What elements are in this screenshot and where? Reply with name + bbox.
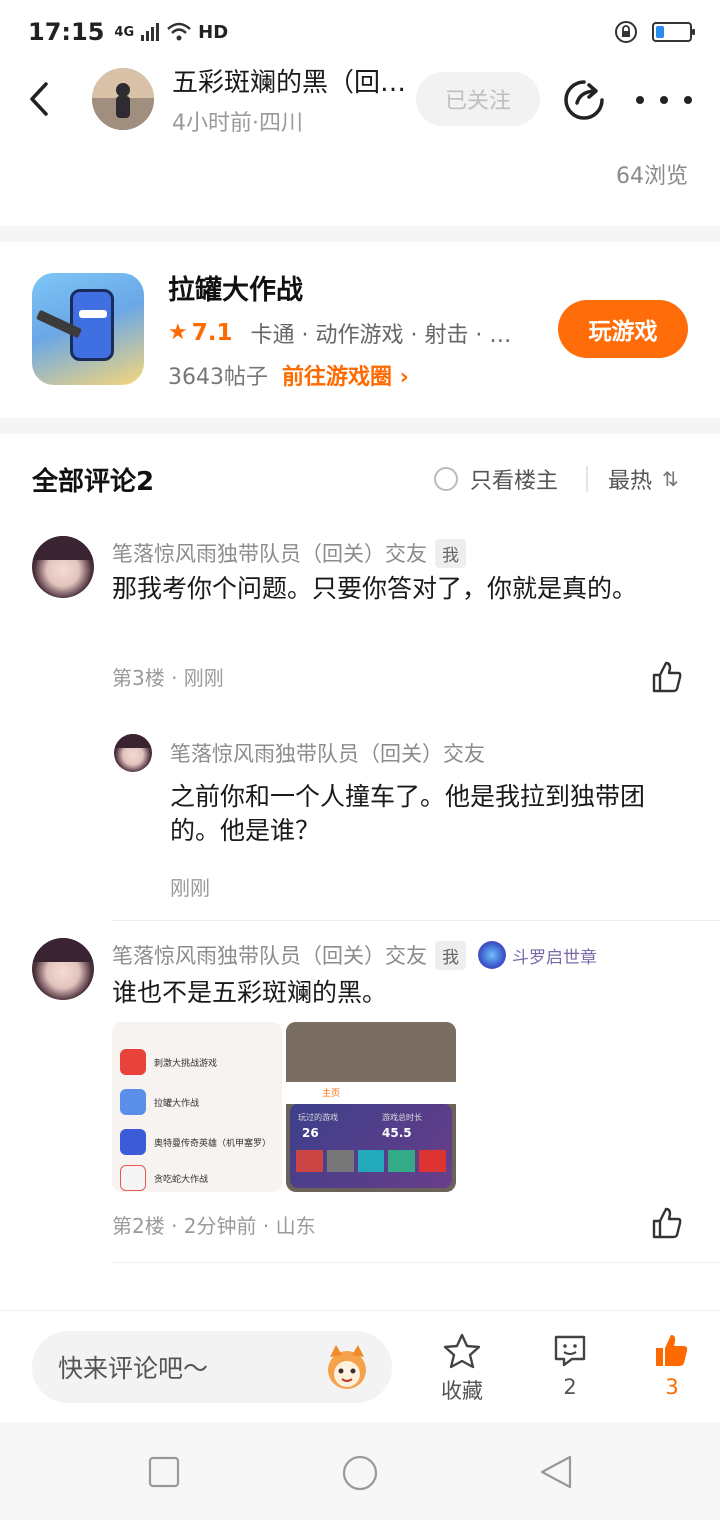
comment-image-1[interactable]: 刺激大挑战游戏 拉罐大作战 奥特曼传奇英雄（机甲塞罗） 贪吃蛇大作战 xyxy=(112,1022,282,1192)
thumb-row-text: 拉罐大作战 xyxy=(154,1098,200,1109)
post-header: 五彩斑斓的黑（回… 4小时前·四川 已关注 xyxy=(0,62,720,136)
section-divider xyxy=(0,226,720,242)
comment-bubble-icon xyxy=(554,1335,586,1367)
battery-icon xyxy=(652,22,695,42)
comment-count-button[interactable]: 2 xyxy=(530,1333,610,1399)
like-post-button[interactable]: 3 xyxy=(632,1333,712,1399)
comment-meta: 第2楼 · 2分钟前 · 山东 xyxy=(112,1214,316,1238)
star-outline-icon xyxy=(443,1333,481,1369)
recent-apps-icon[interactable] xyxy=(148,1456,180,1488)
like-button[interactable] xyxy=(650,660,684,694)
comment-text[interactable]: 那我考你个问题。只要你答对了，你就是真的。 xyxy=(112,572,652,606)
commenter-avatar[interactable] xyxy=(32,536,94,598)
comments-header: 全部评论2 只看楼主 最热 ⇅ xyxy=(32,456,688,502)
sort-icon: ⇅ xyxy=(662,467,679,491)
divider xyxy=(586,466,588,492)
reply-text[interactable]: 之前你和一个人撞车了。他是我拉到独带团的。他是谁？ xyxy=(170,780,680,848)
comment-input[interactable]: 快来评论吧～ xyxy=(32,1331,392,1403)
sort-button[interactable]: 最热 ⇅ xyxy=(608,463,679,495)
thumbs-up-icon xyxy=(652,1207,682,1239)
back-button[interactable] xyxy=(0,64,80,134)
thumb-stat-value: 45.5 xyxy=(382,1126,412,1140)
share-icon xyxy=(564,80,604,120)
post-time-location: 4小时前·四川 xyxy=(172,110,303,136)
radio-icon xyxy=(434,467,458,491)
only-op-toggle[interactable]: 只看楼主 xyxy=(434,463,558,495)
replier-avatar[interactable] xyxy=(114,734,152,772)
thumb-tab: 主页 xyxy=(322,1089,341,1099)
game-icon[interactable] xyxy=(32,273,144,385)
collect-button[interactable]: 收藏 xyxy=(422,1333,502,1405)
hd-label: HD xyxy=(198,21,229,43)
commenter-name[interactable]: 笔落惊风雨独带队员（回关）交友 xyxy=(112,940,427,970)
comments-title: 全部评论2 xyxy=(32,466,155,497)
section-divider xyxy=(0,418,720,434)
goto-game-circle-link[interactable]: 前往游戏圈 › xyxy=(282,359,409,391)
medal-badge[interactable]: 斗罗启世章 xyxy=(478,941,597,969)
replier-name[interactable]: 笔落惊风雨独带队员（回关）交友 xyxy=(170,738,485,768)
thumb-stat-value: 26 xyxy=(302,1126,319,1140)
more-icon xyxy=(636,96,644,104)
thumbs-up-filled-icon xyxy=(656,1335,688,1366)
me-badge: 我 xyxy=(435,538,466,568)
emoji-mascot-icon[interactable] xyxy=(322,1343,372,1391)
like-button[interactable] xyxy=(650,1206,684,1240)
like-count: 3 xyxy=(665,1375,679,1399)
thumb-row-text: 奥特曼传奇英雄（机甲塞罗） xyxy=(154,1138,272,1149)
home-icon[interactable] xyxy=(341,1454,379,1492)
collect-label: 收藏 xyxy=(441,1379,483,1403)
reply-meta: 刚刚 xyxy=(170,876,210,900)
thumb-stat-label: 游戏总时长 xyxy=(382,1113,422,1122)
signal-icon xyxy=(141,23,160,41)
thumbs-up-icon xyxy=(652,661,682,693)
thumb-row-text: 刺激大挑战游戏 xyxy=(154,1058,218,1069)
wifi-icon xyxy=(167,22,191,41)
play-game-button[interactable]: 玩游戏 xyxy=(558,300,688,358)
comment-images: 刺激大挑战游戏 拉罐大作战 奥特曼传奇英雄（机甲塞罗） 贪吃蛇大作战 主页 玩过… xyxy=(112,1022,456,1192)
follow-button[interactable]: 已关注 xyxy=(416,72,540,126)
share-button[interactable] xyxy=(560,76,608,124)
network-icons: 4G HD xyxy=(114,21,228,43)
comment-input-placeholder: 快来评论吧～ xyxy=(58,1354,209,1383)
star-icon: ★ xyxy=(168,320,188,345)
medal-label: 斗罗启世章 xyxy=(512,947,597,968)
game-name[interactable]: 拉罐大作战 xyxy=(168,268,520,307)
only-op-label: 只看楼主 xyxy=(470,469,559,494)
comment-item: 笔落惊风雨独带队员（回关）交友 我 那我考你个问题。只要你答对了，你就是真的。 … xyxy=(0,534,720,694)
status-time: 17:15 xyxy=(28,18,105,46)
comment-divider xyxy=(112,1262,720,1263)
view-count: 64浏览 xyxy=(616,164,688,189)
commenter-avatar[interactable] xyxy=(32,938,94,1000)
back-nav-icon[interactable] xyxy=(538,1454,574,1490)
comment-meta: 第3楼 · 刚刚 xyxy=(112,666,224,690)
author-avatar[interactable] xyxy=(92,68,154,130)
chevron-right-icon: › xyxy=(399,364,409,390)
post-count: 3643帖子 xyxy=(168,364,268,390)
comment-count: 2 xyxy=(563,1375,577,1399)
game-tags: 卡通 · 动作游戏 · 射击 · … xyxy=(250,322,512,348)
goto-label: 前往游戏圈 xyxy=(282,364,393,390)
game-rating: 7.1 xyxy=(191,319,233,346)
sort-label: 最热 xyxy=(608,469,653,494)
comment-image-2[interactable]: 主页 玩过的游戏 26 游戏总时长 45.5 xyxy=(286,1022,456,1192)
author-name[interactable]: 五彩斑斓的黑（回… xyxy=(172,62,420,99)
medal-icon xyxy=(478,941,506,969)
status-bar: 17:15 4G HD xyxy=(0,0,720,64)
thumb-stat-label: 玩过的游戏 xyxy=(298,1113,338,1122)
commenter-name[interactable]: 笔落惊风雨独带队员（回关）交友 xyxy=(112,538,427,568)
system-nav-bar xyxy=(0,1422,720,1520)
game-card[interactable]: 拉罐大作战 ★ 7.1 卡通 · 动作游戏 · 射击 · … 3643帖子 前往… xyxy=(0,242,720,416)
more-options-button[interactable] xyxy=(636,76,692,124)
comment-text[interactable]: 谁也不是五彩斑斓的黑。 xyxy=(112,976,672,1010)
bottom-action-bar: 快来评论吧～ 收藏 2 3 xyxy=(0,1310,720,1422)
me-badge: 我 xyxy=(435,940,466,970)
lock-rotation-icon xyxy=(615,21,637,43)
reply-item: 笔落惊风雨独带队员（回关）交友 之前你和一个人撞车了。他是我拉到独带团的。他是谁… xyxy=(0,734,720,904)
comment-divider xyxy=(112,920,720,921)
back-arrow-icon xyxy=(30,82,48,116)
network-type: 4G xyxy=(114,24,135,40)
thumb-row-text: 贪吃蛇大作战 xyxy=(154,1174,209,1185)
